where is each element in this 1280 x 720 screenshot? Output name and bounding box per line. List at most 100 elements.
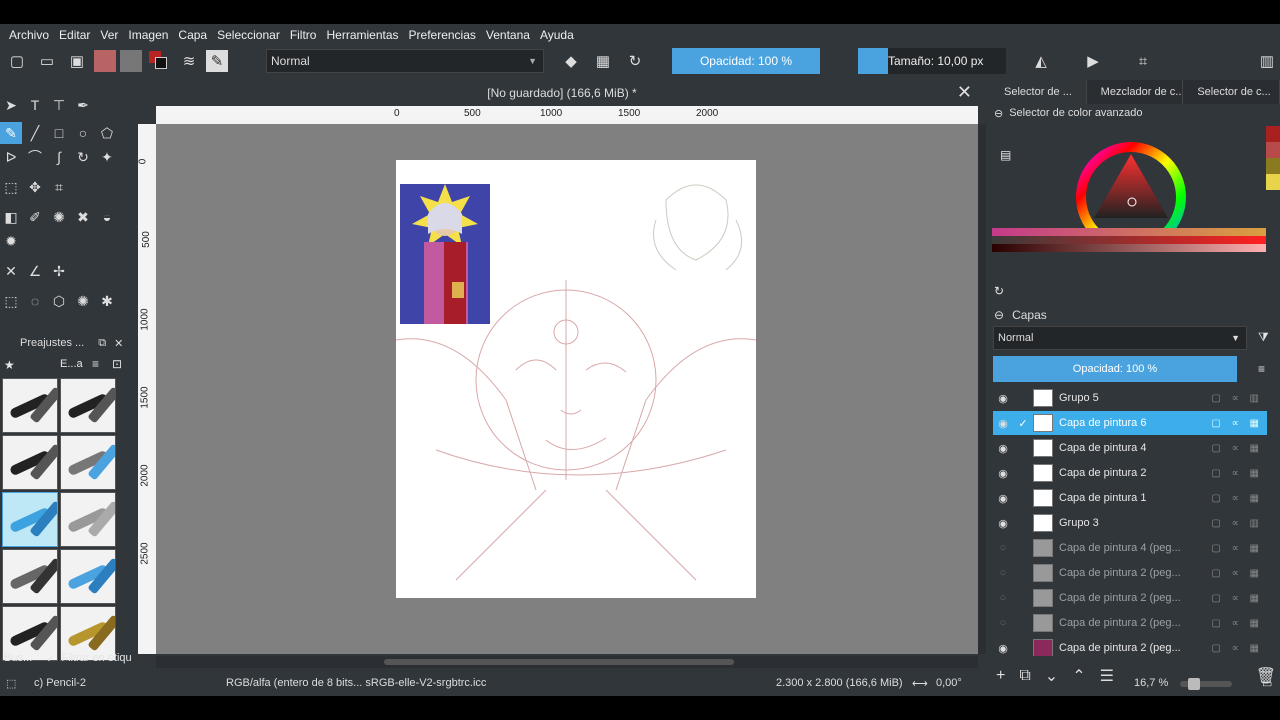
edit-shapes-icon[interactable]: ⊤ [48,94,70,116]
gradient-tool-icon[interactable]: ◧ [0,206,22,228]
menu-editar[interactable]: Editar [54,28,95,42]
dynamic-brush-icon[interactable]: ↻ [72,146,94,168]
eye-icon[interactable]: ◉ [993,442,1013,455]
brush-preset-selected[interactable] [2,492,58,547]
layer-row[interactable]: ◉ Capa de pintura 1 ▢ ∝ ▦ [993,486,1267,510]
zoom-slider-handle[interactable] [1188,678,1200,690]
brush-preset[interactable] [60,378,116,433]
multibrush-icon[interactable]: ✦ [96,146,118,168]
close-panel-icon[interactable]: ✕ [114,337,123,350]
color-shade-bars[interactable] [992,228,1266,252]
select-shapes-icon[interactable]: ➤ [0,94,22,116]
alpha-lock-icon[interactable]: ▦ [590,48,616,74]
polygon-tool-icon[interactable]: ⬠ [96,122,118,144]
rectangle-tool-icon[interactable]: □ [48,122,70,144]
fullscreen-icon[interactable]: ▭ [1262,677,1272,690]
assistant-tool-icon[interactable]: ✹ [0,230,22,252]
eye-icon[interactable]: ◉ [993,467,1013,480]
recent-swatches[interactable] [1266,126,1280,190]
layer-opacity-slider[interactable]: Opacidad: 100 % [993,356,1237,382]
calligraphy-icon[interactable]: ✒ [72,94,94,116]
menu-herramientas[interactable]: Herramientas [321,28,403,42]
open-folder-icon[interactable]: ▭ [34,48,60,74]
layer-row[interactable]: ◉ Capa de pintura 4 ▢ ∝ ▦ [993,436,1267,460]
size-slider[interactable]: Tamaño: 10,00 px [888,48,1006,74]
ellipse-select-icon[interactable]: ◌ [24,290,46,312]
layer-flags-icon[interactable]: ▢ ∝ ▦ [1211,618,1263,629]
brush-preset[interactable] [60,435,116,490]
layer-flags-icon[interactable]: ▢ ∝ ▦ [1211,443,1263,454]
layer-blend-select[interactable]: Normal ▼ [993,326,1247,350]
collapse-layers-icon[interactable]: ⊖ [994,308,1004,322]
layer-flags-icon[interactable]: ▢ ∝ ▦ [1211,593,1263,604]
smart-patch-icon[interactable]: ✺ [48,206,70,228]
freehand-select-icon[interactable]: ✺ [72,290,94,312]
bucket-icon[interactable]: ◒ [96,206,118,228]
menu-filtro[interactable]: Filtro [285,28,322,42]
list-view-icon[interactable]: ≡ [92,357,99,371]
pattern-swatch-icon[interactable] [120,50,142,72]
eye-hidden-icon[interactable]: ○ [993,542,1013,554]
reference-pin-icon[interactable]: ✢ [48,260,70,282]
layer-row[interactable]: ○ Capa de pintura 2 (peg... ▢ ∝ ▦ [993,586,1267,610]
eye-icon[interactable]: ◉ [993,642,1013,655]
bezier-tool-icon[interactable]: ⌒ [24,146,46,168]
layer-flags-icon[interactable]: ▢ ∝ ▥ [1211,393,1263,404]
wrap-around-icon[interactable]: ⌗ [1130,48,1156,74]
eye-icon[interactable]: ◉ [993,517,1013,530]
menu-capa[interactable]: Capa [173,28,212,42]
brush-preset[interactable] [2,435,58,490]
menu-ventana[interactable]: Ventana [481,28,535,42]
new-document-icon[interactable]: ▢ [4,48,30,74]
eye-icon[interactable]: ◉ [993,492,1013,505]
layer-row-selected[interactable]: ◉ ✓ Capa de pintura 6 ▢ ∝ ▦ [993,411,1267,435]
layer-row[interactable]: ◉ Capa de pintura 2 ▢ ∝ ▦ [993,461,1267,485]
layer-row[interactable]: ◉ Grupo 3 ▢ ∝ ▥ [993,511,1267,535]
layer-flags-icon[interactable]: ▢ ∝ ▦ [1211,468,1263,479]
eraser-icon[interactable]: ◆ [558,48,584,74]
color-picker-icon[interactable]: ✐ [24,206,46,228]
gradient-swatch-icon[interactable] [94,50,116,72]
polygon-select-icon[interactable]: ⬡ [48,290,70,312]
transform-tool-icon[interactable]: ⬚ [0,176,22,198]
color-settings-icon[interactable]: ▤ [1000,148,1011,162]
tab-selector-color[interactable]: Selector de ... [990,80,1087,104]
reload-icon[interactable]: ↻ [622,48,648,74]
assistant-icon[interactable]: ✕ [0,260,22,282]
brush-preset[interactable] [2,378,58,433]
canvas-paper[interactable] [396,160,756,598]
fg-bg-color-icon[interactable] [146,48,172,74]
brush-settings-icon[interactable]: ≋ [176,48,202,74]
filter-checkbox[interactable]: ✓ [46,652,55,665]
eye-hidden-icon[interactable]: ○ [993,617,1013,629]
menu-ver[interactable]: Ver [95,28,123,42]
canvas-viewport[interactable] [156,124,978,654]
save-icon[interactable]: ▣ [64,48,90,74]
menu-archivo[interactable]: Archivo [4,28,54,42]
collapse-icon[interactable]: ⊖ [994,107,1003,120]
layer-flags-icon[interactable]: ▢ ∝ ▦ [1211,543,1263,554]
workspace-icon[interactable]: ▥ [1254,48,1280,74]
freehand-path-icon[interactable]: ∫ [48,146,70,168]
measure-tool-icon[interactable]: ∠ [24,260,46,282]
mirror-vertical-icon[interactable]: ▶ [1080,48,1106,74]
refresh-icon[interactable]: ↻ [994,284,1004,298]
menu-imagen[interactable]: Imagen [123,28,173,42]
blend-mode-select[interactable]: Normal ▼ [266,49,544,73]
star-icon[interactable]: ★ [4,358,15,372]
tab-selector-color-2[interactable]: Selector de c... [1183,80,1280,104]
brush-preset-icon[interactable]: ✎ [206,50,228,72]
menu-ayuda[interactable]: Ayuda [535,28,579,42]
tag-select[interactable]: E...a [60,358,83,370]
menu-preferencias[interactable]: Preferencias [404,28,481,42]
menu-seleccionar[interactable]: Seleccionar [212,28,285,42]
size-slider-fill[interactable] [858,48,888,74]
close-document-icon[interactable]: ✕ [957,82,972,103]
mirror-horizontal-icon[interactable]: ◭ [1028,48,1054,74]
filter-icon[interactable]: ⧩ [1258,330,1269,345]
ellipse-tool-icon[interactable]: ○ [72,122,94,144]
layer-flags-icon[interactable]: ▢ ∝ ▥ [1211,518,1263,529]
rect-select-icon[interactable]: ⬚ [0,290,22,312]
layer-row[interactable]: ○ Capa de pintura 2 (peg... ▢ ∝ ▦ [993,611,1267,635]
eye-hidden-icon[interactable]: ○ [993,567,1013,579]
